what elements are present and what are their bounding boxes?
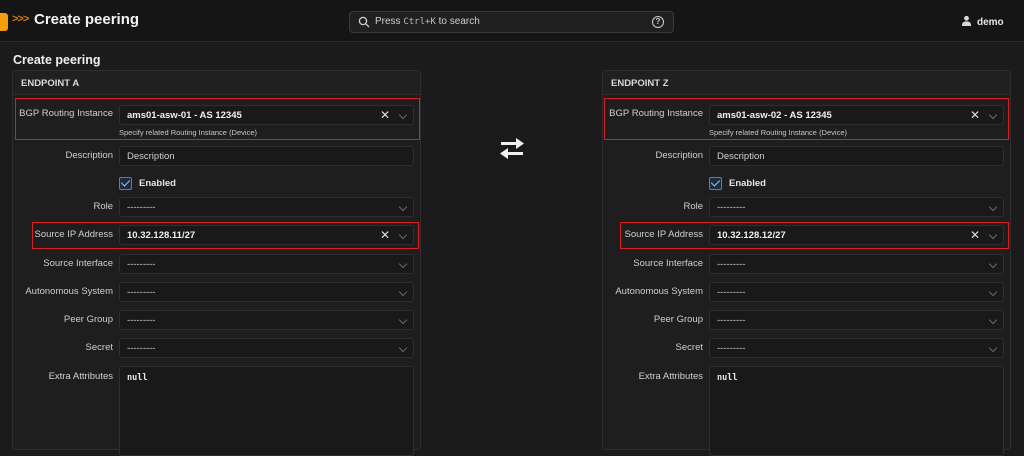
highlight-box-source-ip-z — [620, 222, 1009, 249]
highlight-box-bgp-z — [604, 98, 1009, 140]
role-label: Role — [93, 201, 113, 212]
endpoint-z-heading: ENDPOINT Z — [603, 71, 1010, 95]
extra-attributes-textarea[interactable]: null — [119, 366, 414, 456]
enabled-label: Enabled — [729, 178, 766, 189]
chevron-down-icon — [398, 343, 408, 353]
highlight-box-source-ip-a — [32, 222, 419, 249]
secret-label: Secret — [85, 342, 113, 353]
search-suffix: to search — [438, 16, 480, 27]
search-bar[interactable]: Press Ctrl+K to search ? — [349, 11, 674, 33]
autonomous-system-select[interactable]: --------- — [119, 282, 414, 302]
role-value: --------- — [717, 202, 746, 213]
description-input[interactable]: Description — [709, 146, 1004, 166]
secret-label: Secret — [675, 342, 703, 353]
user-name: demo — [977, 17, 1004, 28]
secret-select[interactable]: --------- — [709, 338, 1004, 358]
chevron-down-icon — [988, 202, 998, 212]
peer-group-value: --------- — [127, 315, 156, 326]
chevron-down-icon — [398, 259, 408, 269]
swap-arrows-icon[interactable] — [498, 137, 526, 159]
role-select[interactable]: --------- — [119, 197, 414, 217]
menu-toggle-button[interactable] — [0, 13, 8, 31]
search-shortcut: Ctrl+K — [403, 17, 436, 27]
chevron-down-icon — [988, 343, 998, 353]
peer-group-label: Peer Group — [653, 314, 703, 325]
chevron-down-icon — [988, 259, 998, 269]
autonomous-system-select[interactable]: --------- — [709, 282, 1004, 302]
extra-attributes-label: Extra Attributes — [48, 371, 113, 382]
source-interface-value: --------- — [127, 259, 156, 270]
source-interface-select[interactable]: --------- — [119, 254, 414, 274]
chevron-down-icon — [988, 287, 998, 297]
chevron-down-icon — [398, 202, 408, 212]
secret-select[interactable]: --------- — [119, 338, 414, 358]
source-interface-select[interactable]: --------- — [709, 254, 1004, 274]
secret-value: --------- — [717, 343, 746, 354]
autonomous-system-value: --------- — [127, 287, 156, 298]
peer-group-value: --------- — [717, 315, 746, 326]
source-interface-label: Source Interface — [633, 258, 703, 269]
description-label: Description — [65, 150, 113, 161]
role-label: Role — [683, 201, 703, 212]
chevron-down-icon — [398, 287, 408, 297]
user-menu[interactable]: demo — [961, 15, 1004, 28]
search-icon — [358, 16, 370, 28]
autonomous-system-label: Autonomous System — [615, 286, 703, 297]
page-title: Create peering — [13, 53, 101, 67]
top-navbar: >>> Create peering Press Ctrl+K to searc… — [0, 0, 1024, 42]
enabled-label: Enabled — [139, 178, 176, 189]
extra-attributes-textarea[interactable]: null — [709, 366, 1004, 456]
peer-group-select[interactable]: --------- — [709, 310, 1004, 330]
user-icon — [961, 15, 972, 26]
role-select[interactable]: --------- — [709, 197, 1004, 217]
peer-group-label: Peer Group — [63, 314, 113, 325]
description-label: Description — [655, 150, 703, 161]
search-placeholder: Press Ctrl+K to search — [375, 16, 480, 27]
app-title: Create peering — [34, 11, 140, 28]
autonomous-system-label: Autonomous System — [25, 286, 113, 297]
highlight-box-bgp-a — [15, 98, 420, 140]
secret-value: --------- — [127, 343, 156, 354]
help-icon[interactable]: ? — [652, 16, 664, 28]
endpoint-a-heading: ENDPOINT A — [13, 71, 420, 95]
extra-attributes-label: Extra Attributes — [638, 371, 703, 382]
chevron-down-icon — [398, 315, 408, 325]
source-interface-value: --------- — [717, 259, 746, 270]
chevron-down-icon — [988, 315, 998, 325]
enabled-checkbox[interactable] — [709, 177, 722, 190]
enabled-checkbox[interactable] — [119, 177, 132, 190]
role-value: --------- — [127, 202, 156, 213]
source-interface-label: Source Interface — [43, 258, 113, 269]
search-prefix: Press — [375, 16, 401, 27]
logo-arrows-icon: >>> — [12, 13, 29, 25]
peer-group-select[interactable]: --------- — [119, 310, 414, 330]
autonomous-system-value: --------- — [717, 287, 746, 298]
description-input[interactable]: Description — [119, 146, 414, 166]
